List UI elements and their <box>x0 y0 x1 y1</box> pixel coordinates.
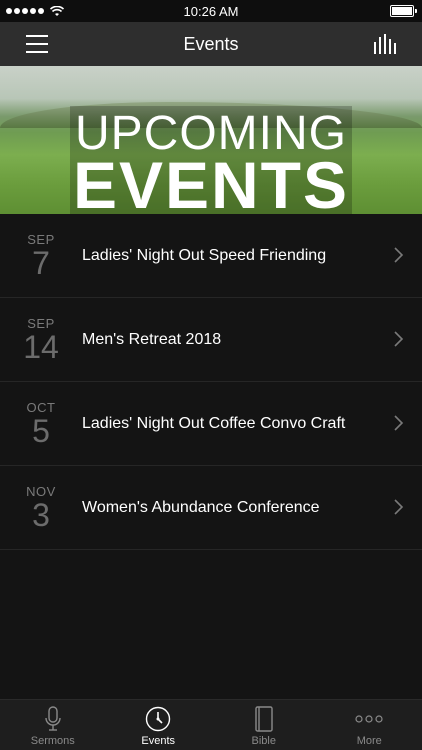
clock-icon <box>146 706 171 732</box>
event-day: 5 <box>32 412 50 449</box>
hero-title-line2: EVENTS <box>72 148 350 214</box>
chevron-right-icon <box>394 499 404 515</box>
events-list: SEP 7 Ladies' Night Out Speed Friending … <box>0 214 422 550</box>
event-title: Ladies' Night Out Speed Friending <box>82 246 327 264</box>
event-date: OCT 5 <box>0 400 82 449</box>
status-bar: 10:26 AM <box>0 0 422 22</box>
event-row[interactable]: SEP 14 Men's Retreat 2018 <box>0 298 422 382</box>
event-row[interactable]: SEP 7 Ladies' Night Out Speed Friending <box>0 214 422 298</box>
tab-label: Events <box>141 735 176 747</box>
tab-label: Bible <box>251 735 276 747</box>
event-title: Ladies' Night Out Coffee Convo Craft <box>82 414 346 432</box>
hamburger-menu-icon[interactable] <box>26 35 48 53</box>
more-dots-icon <box>355 715 383 723</box>
tab-bar: Sermons Events Bible More <box>0 699 422 750</box>
tab-more[interactable]: More <box>317 700 422 750</box>
event-title: Men's Retreat 2018 <box>82 330 222 348</box>
chevron-right-icon <box>394 247 404 263</box>
chevron-right-icon <box>394 415 404 431</box>
tab-label: Sermons <box>30 735 75 747</box>
audio-bars-icon[interactable] <box>373 34 397 54</box>
event-date: SEP 14 <box>0 316 82 365</box>
microphone-icon <box>45 706 61 731</box>
event-row[interactable]: OCT 5 Ladies' Night Out Coffee Convo Cra… <box>0 382 422 466</box>
status-time: 10:26 AM <box>183 3 239 19</box>
tab-sermons[interactable]: Sermons <box>0 700 106 750</box>
hero-banner: UPCOMING EVENTS <box>0 66 422 214</box>
event-day: 3 <box>32 496 50 533</box>
chevron-right-icon <box>394 331 404 347</box>
event-title: Women's Abundance Conference <box>82 498 320 516</box>
battery-icon <box>390 5 417 17</box>
book-icon <box>255 706 273 732</box>
event-day: 7 <box>32 244 50 281</box>
tab-bible[interactable]: Bible <box>211 700 317 750</box>
nav-bar: Events <box>0 22 422 66</box>
event-date: SEP 7 <box>0 232 82 281</box>
event-date: NOV 3 <box>0 484 82 533</box>
tab-label: More <box>356 735 382 747</box>
page-title: Events <box>183 33 239 54</box>
event-row[interactable]: NOV 3 Women's Abundance Conference <box>0 466 422 550</box>
event-day: 14 <box>23 328 59 365</box>
tab-events[interactable]: Events <box>106 700 212 750</box>
